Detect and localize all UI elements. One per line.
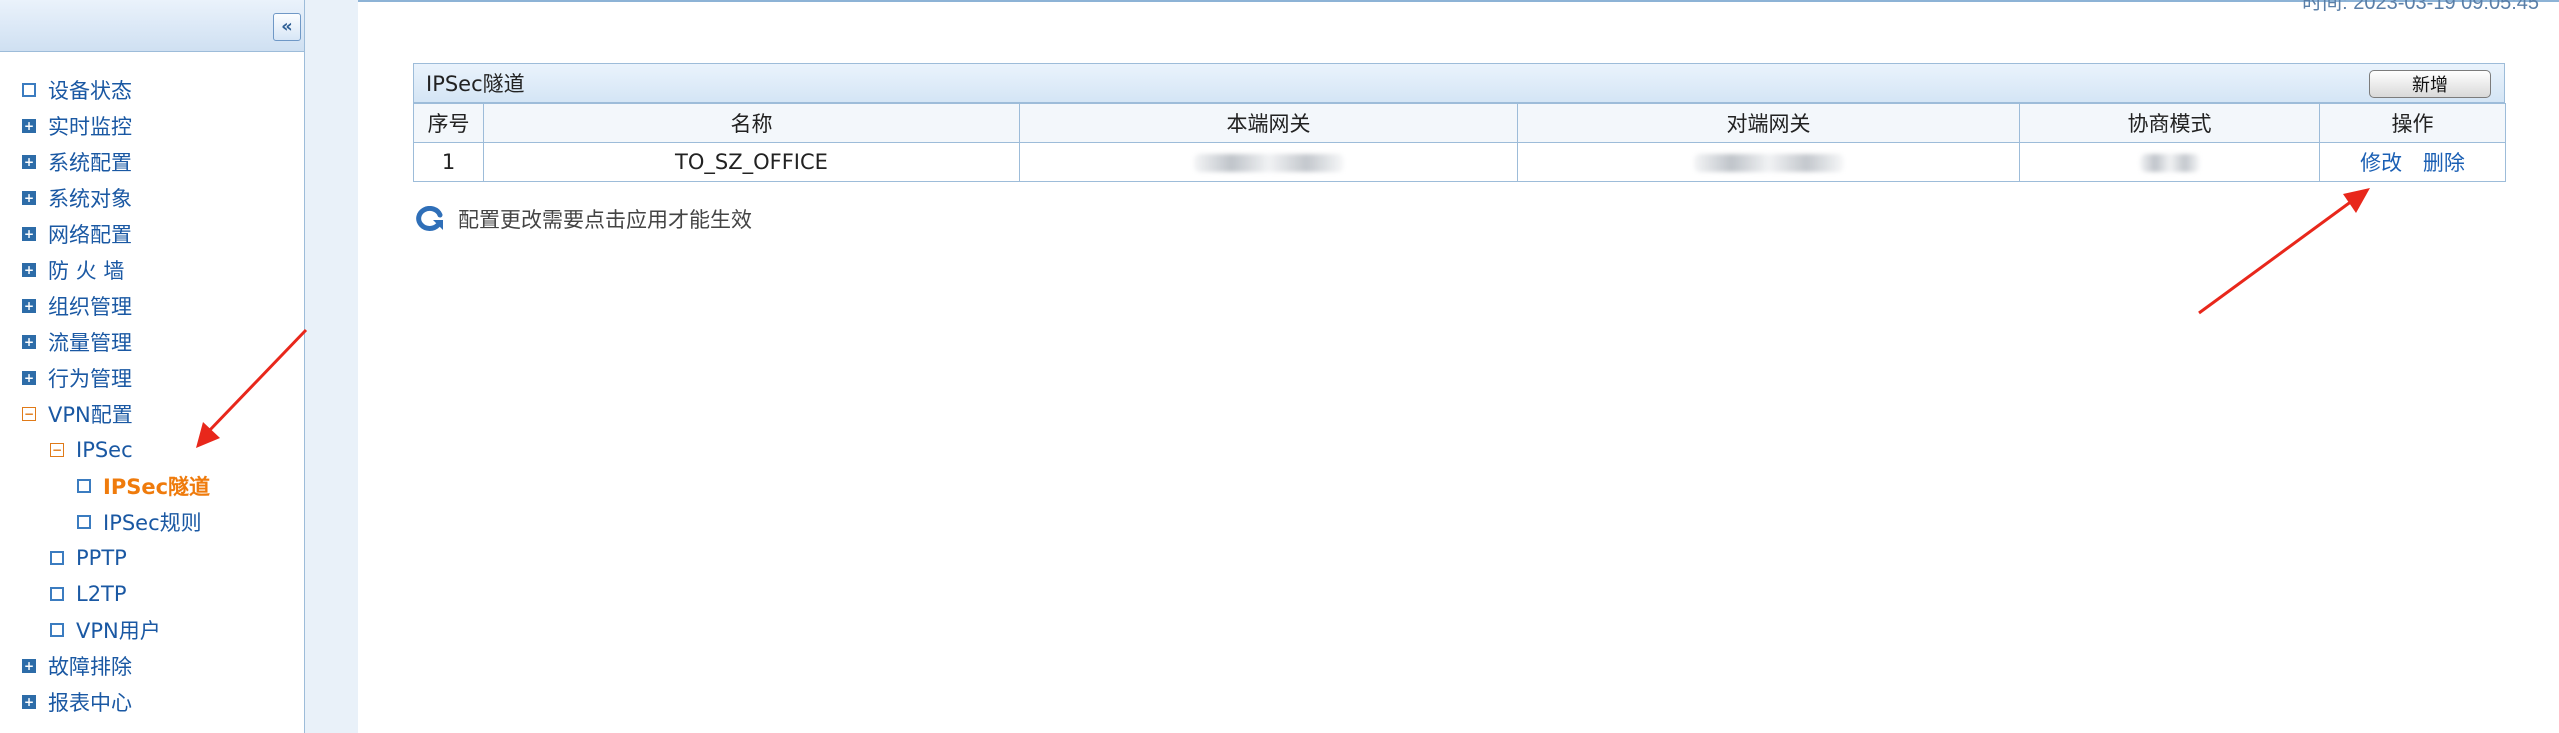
menu-label: VPN用户 <box>76 619 161 643</box>
menu-label: 故障排除 <box>48 655 132 679</box>
cell-peer-gateway <box>1517 142 2020 182</box>
plus-square-icon: + <box>22 335 36 349</box>
menu-label: 防 火 墙 <box>48 259 125 283</box>
menu-item-traffic-management[interactable]: + 流量管理 <box>0 324 305 360</box>
menu-label: 系统对象 <box>48 187 132 211</box>
menu-label: 系统配置 <box>48 151 132 175</box>
menu-label: VPN配置 <box>48 403 133 427</box>
menu-item-org-management[interactable]: + 组织管理 <box>0 288 305 324</box>
leaf-square-icon <box>77 515 91 529</box>
edit-link[interactable]: 修改 <box>2360 151 2402 175</box>
redacted-blur <box>1193 154 1344 172</box>
menu-item-ipsec[interactable]: − IPSec <box>0 432 305 468</box>
menu-label: 行为管理 <box>48 367 132 391</box>
apply-notice: 配置更改需要点击应用才能生效 <box>414 204 752 234</box>
plus-square-icon: + <box>22 659 36 673</box>
collapse-sidebar-icon[interactable]: « <box>273 13 301 41</box>
top-border <box>0 0 2559 2</box>
menu-label: IPSec隧道 <box>103 475 211 499</box>
col-header-local-gateway: 本端网关 <box>1019 103 1518 143</box>
ipsec-tunnel-panel: IPSec隧道 新增 序号 名称 本端网关 对端网关 协商模式 操作 1 TO_… <box>413 63 2506 182</box>
leaf-square-icon <box>22 83 36 97</box>
minus-square-icon: − <box>50 443 64 457</box>
col-header-actions: 操作 <box>2319 103 2506 143</box>
leaf-square-icon <box>77 479 91 493</box>
menu-item-realtime-monitor[interactable]: + 实时监控 <box>0 108 305 144</box>
add-button[interactable]: 新增 <box>2369 70 2491 98</box>
col-header-negotiation-mode: 协商模式 <box>2019 103 2320 143</box>
apply-refresh-icon <box>416 206 443 231</box>
leaf-square-icon <box>50 623 64 637</box>
menu-item-system-objects[interactable]: + 系统对象 <box>0 180 305 216</box>
cell-name: TO_SZ_OFFICE <box>483 142 1020 182</box>
menu-item-system-config[interactable]: + 系统配置 <box>0 144 305 180</box>
plus-square-icon: + <box>22 191 36 205</box>
menu-item-l2tp[interactable]: L2TP <box>0 576 305 612</box>
sidebar-region: « 设备状态 + 实时监控 + 系统配置 + 系统对象 + 网络配置 + 防 火… <box>0 0 358 733</box>
notice-text: 配置更改需要点击应用才能生效 <box>458 208 752 232</box>
menu-label: 网络配置 <box>48 223 132 247</box>
menu-item-troubleshooting[interactable]: + 故障排除 <box>0 648 305 684</box>
menu-label: L2TP <box>76 582 127 606</box>
cell-negotiation-mode <box>2019 142 2320 182</box>
tunnel-table: 序号 名称 本端网关 对端网关 协商模式 操作 1 TO_SZ_OFFICE 修… <box>413 103 2506 182</box>
menu-item-vpn-config[interactable]: − VPN配置 <box>0 396 305 432</box>
menu-label: 组织管理 <box>48 295 132 319</box>
col-header-peer-gateway: 对端网关 <box>1517 103 2020 143</box>
leaf-square-icon <box>50 551 64 565</box>
menu-item-network-config[interactable]: + 网络配置 <box>0 216 305 252</box>
redacted-blur <box>2139 154 2200 172</box>
menu-item-device-status[interactable]: 设备状态 <box>0 72 305 108</box>
sidebar-header: « <box>0 0 304 52</box>
cell-index: 1 <box>413 142 484 182</box>
menu-label: PPTP <box>76 546 127 570</box>
minus-square-icon: − <box>22 407 36 421</box>
plus-square-icon: + <box>22 263 36 277</box>
plus-square-icon: + <box>22 227 36 241</box>
col-header-name: 名称 <box>483 103 1020 143</box>
menu-label: 设备状态 <box>48 79 132 103</box>
table-row: 1 TO_SZ_OFFICE 修改 删除 <box>413 142 2506 182</box>
menu-item-ipsec-tunnel[interactable]: IPSec隧道 <box>0 468 305 504</box>
menu-label: IPSec <box>76 438 133 462</box>
plus-square-icon: + <box>22 299 36 313</box>
menu-item-ipsec-rules[interactable]: IPSec规则 <box>0 504 305 540</box>
menu-label: 流量管理 <box>48 331 132 355</box>
menu-label: 实时监控 <box>48 115 132 139</box>
sidebar: « 设备状态 + 实时监控 + 系统配置 + 系统对象 + 网络配置 + 防 火… <box>0 0 305 733</box>
plus-square-icon: + <box>22 371 36 385</box>
menu-item-firewall[interactable]: + 防 火 墙 <box>0 252 305 288</box>
menu-label: IPSec规则 <box>103 511 202 535</box>
menu-label: 报表中心 <box>48 691 132 715</box>
menu-item-behavior-management[interactable]: + 行为管理 <box>0 360 305 396</box>
col-header-index: 序号 <box>413 103 484 143</box>
delete-link[interactable]: 删除 <box>2423 151 2465 175</box>
table-header-row: 序号 名称 本端网关 对端网关 协商模式 操作 <box>413 103 2506 143</box>
menu-item-vpn-users[interactable]: VPN用户 <box>0 612 305 648</box>
annotation-arrow-actions <box>2198 188 2370 315</box>
panel-title: IPSec隧道 <box>426 72 525 96</box>
plus-square-icon: + <box>22 155 36 169</box>
plus-square-icon: + <box>22 119 36 133</box>
cell-local-gateway <box>1019 142 1518 182</box>
menu-item-pptp[interactable]: PPTP <box>0 540 305 576</box>
cell-actions: 修改 删除 <box>2319 142 2506 182</box>
nav-menu: 设备状态 + 实时监控 + 系统配置 + 系统对象 + 网络配置 + 防 火 墙 <box>0 72 305 720</box>
system-time: 时间: 2023-03-19 09:05:45 <box>2302 0 2539 14</box>
redacted-blur <box>1693 154 1844 172</box>
plus-square-icon: + <box>22 695 36 709</box>
leaf-square-icon <box>50 587 64 601</box>
panel-header: IPSec隧道 新增 <box>413 63 2505 103</box>
menu-item-report-center[interactable]: + 报表中心 <box>0 684 305 720</box>
